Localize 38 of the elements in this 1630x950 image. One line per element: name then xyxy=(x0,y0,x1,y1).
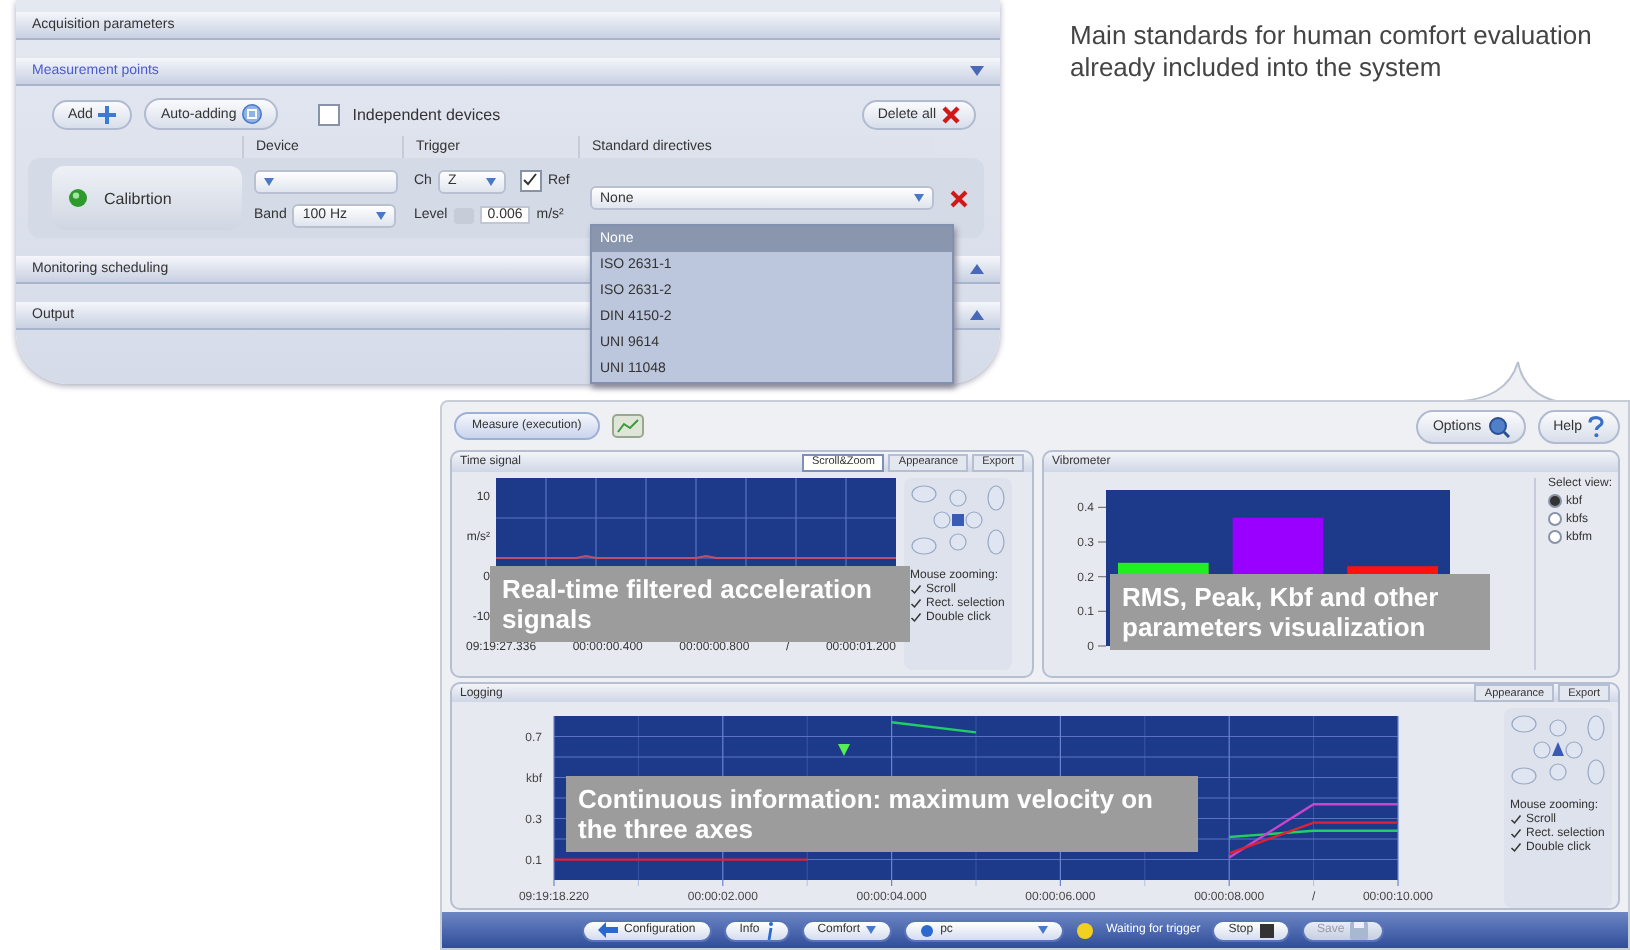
status-led-icon xyxy=(68,188,88,208)
stop-icon xyxy=(1259,923,1274,937)
collapse-arrow-icon xyxy=(970,66,984,76)
radio-button[interactable] xyxy=(1547,512,1562,526)
chart-icon[interactable] xyxy=(611,414,644,438)
point-name: Calibrtion xyxy=(104,189,172,207)
checkbox[interactable] xyxy=(1510,842,1522,854)
question-mark-icon xyxy=(1588,415,1604,437)
plus-icon xyxy=(98,105,117,123)
left-arrow-icon xyxy=(598,922,618,938)
caret-icon xyxy=(914,194,924,202)
info-icon xyxy=(765,921,774,939)
checkbox[interactable] xyxy=(910,584,922,596)
caret-icon xyxy=(264,177,274,185)
caret-icon xyxy=(376,211,387,219)
annotation-box: RMS, Peak, Kbf and other parameters visualization xyxy=(1110,574,1490,650)
radio-button[interactable] xyxy=(1547,494,1562,508)
checkbox[interactable] xyxy=(910,598,922,610)
caption-text: Main standards for human comfort evaluation already included into the system xyxy=(1070,20,1594,84)
caret-icon xyxy=(866,926,877,934)
annotation-box: Continuous information: maximum velocity on the three axes xyxy=(566,776,1198,852)
caret-icon xyxy=(485,177,496,185)
checkbox[interactable] xyxy=(1510,814,1522,826)
status-led-icon xyxy=(1076,921,1095,939)
radio-button[interactable] xyxy=(1547,530,1562,544)
checkbox[interactable] xyxy=(519,170,542,192)
marker-icon xyxy=(838,744,850,756)
checkbox[interactable] xyxy=(1510,828,1522,840)
expand-arrow-icon xyxy=(970,310,984,320)
checkbox-label: Independent devices xyxy=(352,105,501,123)
annotation-box: Real-time filtered acceleration signals xyxy=(490,566,910,642)
checkbox[interactable] xyxy=(318,103,341,125)
expand-arrow-icon xyxy=(970,264,984,274)
search-icon xyxy=(1487,415,1510,437)
delete-icon xyxy=(942,105,960,123)
caret-icon xyxy=(1038,926,1049,934)
checkbox[interactable] xyxy=(910,612,922,624)
delete-icon[interactable] xyxy=(950,189,968,207)
